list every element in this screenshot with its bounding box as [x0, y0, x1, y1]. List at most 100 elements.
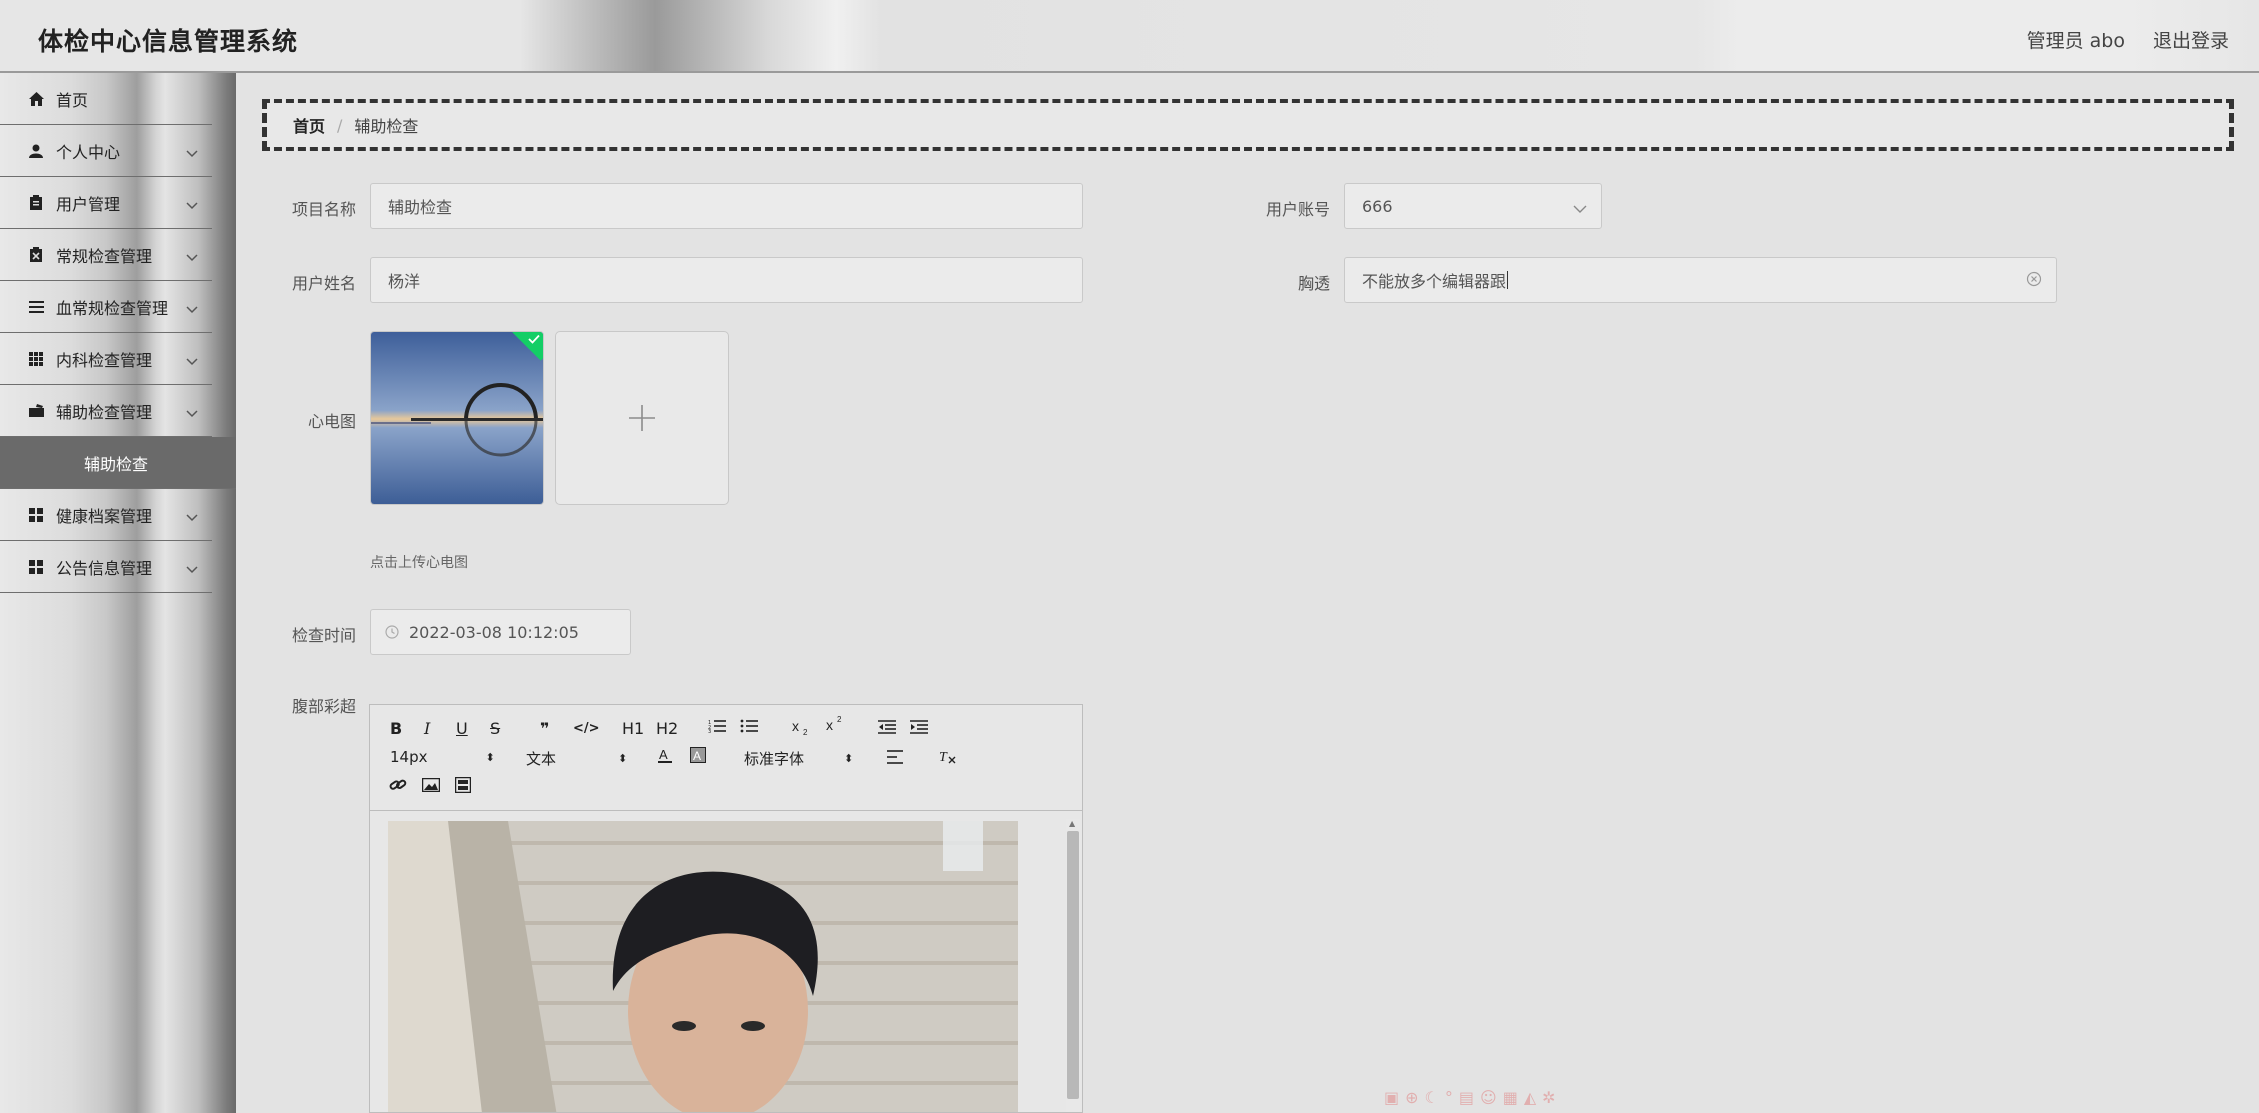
sidebar-item-label: 个人中心	[56, 142, 121, 162]
ime-grid-icon: ▦	[1502, 1088, 1518, 1107]
chevron-down-icon	[1573, 199, 1587, 218]
grid-icon	[28, 351, 44, 367]
scrollbar-thumb[interactable]	[1067, 831, 1079, 1099]
sidebar-item-personal-center[interactable]: 个人中心	[0, 125, 212, 177]
sidebar-item-home[interactable]: 首页	[0, 73, 212, 125]
scroll-up-icon[interactable]: ▲	[1069, 819, 1075, 828]
paragraph-type-value: 文本	[526, 750, 557, 768]
breadcrumb-current: 辅助检查	[354, 117, 419, 136]
bold-button[interactable]: B	[390, 719, 402, 738]
sidebar-item-user-management[interactable]: 用户管理	[0, 177, 212, 229]
strikethrough-button[interactable]: S	[490, 719, 500, 738]
underline-button[interactable]: U	[456, 719, 468, 738]
font-size-select[interactable]: 14px ⬍	[390, 748, 495, 766]
clock-icon	[385, 625, 399, 639]
sidebar-item-blood-routine[interactable]: 血常规检查管理	[0, 281, 212, 333]
sidebar-subitem-auxiliary-check[interactable]: 辅助检查	[0, 437, 236, 489]
ime-shirt-icon: ◭	[1523, 1088, 1537, 1107]
heading1-button[interactable]: H1	[622, 719, 644, 738]
font-size-value: 14px	[390, 748, 428, 766]
check-time-picker[interactable]: 2022-03-08 10:12:05	[370, 609, 631, 655]
ordered-list-icon[interactable]: 123	[708, 719, 726, 733]
clipboard-icon	[28, 195, 44, 211]
ime-settings-icon: ✲	[1542, 1088, 1556, 1107]
sidebar-item-label: 辅助检查管理	[56, 402, 153, 422]
rich-text-editor: B I U S ❞ </> H1 H2 123 x2 x2 14px ⬍ 文本 …	[369, 704, 1083, 1113]
chevron-down-icon	[186, 247, 198, 266]
header-actions: 管理员 abo 退出登录	[2027, 26, 2229, 53]
link-icon[interactable]	[389, 777, 407, 793]
italic-button[interactable]: I	[424, 719, 430, 738]
sidebar-item-routine-check[interactable]: 常规检查管理	[0, 229, 212, 281]
check-time-label: 检查时间	[291, 626, 356, 645]
sidebar-item-internal-medicine[interactable]: 内科检查管理	[0, 333, 212, 385]
user-name-input[interactable]: 杨洋	[370, 257, 1083, 303]
image-icon[interactable]	[422, 778, 440, 792]
ecg-uploaded-image[interactable]	[370, 331, 544, 505]
background-color-icon[interactable]: A	[690, 747, 706, 763]
breadcrumb-separator: /	[337, 115, 343, 135]
paragraph-type-select[interactable]: 文本 ⬍	[526, 748, 627, 769]
text-cursor	[1507, 271, 1509, 289]
sidebar-item-auxiliary-check[interactable]: 辅助检查管理	[0, 385, 212, 437]
outdent-icon[interactable]	[878, 720, 896, 734]
ime-punct-icon: °	[1444, 1088, 1453, 1107]
project-name-value: 辅助检查	[388, 198, 453, 217]
ime-user-icon: ☺	[1480, 1088, 1497, 1107]
sidebar-item-label: 用户管理	[56, 194, 121, 214]
select-updown-icon: ⬍	[618, 752, 628, 765]
chevron-down-icon	[186, 507, 198, 526]
bullet-list-icon[interactable]	[740, 719, 758, 733]
logout-link[interactable]: 退出登录	[2153, 26, 2229, 53]
chest-input[interactable]: 不能放多个编辑器跟	[1344, 257, 2057, 303]
chevron-down-icon	[186, 143, 198, 162]
admin-user-label[interactable]: 管理员 abo	[2027, 26, 2125, 53]
font-family-select[interactable]: 标准字体 ⬍	[744, 748, 853, 769]
subscript-icon[interactable]: x2	[792, 719, 812, 735]
select-updown-icon: ⬍	[485, 750, 495, 764]
user-account-select[interactable]: 666	[1344, 183, 1602, 229]
clear-icon[interactable]	[2026, 271, 2042, 291]
ime-keyboard-icon: ▤	[1458, 1088, 1474, 1107]
clipboard-x-icon	[28, 247, 44, 263]
font-color-icon[interactable]: A	[657, 747, 673, 765]
select-updown-icon: ⬍	[844, 752, 854, 765]
superscript-icon[interactable]: x2	[826, 715, 846, 731]
sidebar-item-label: 首页	[56, 90, 89, 110]
chevron-down-icon	[186, 403, 198, 422]
heading2-button[interactable]: H2	[656, 719, 678, 738]
ime-lang-icon: ⊕	[1405, 1088, 1419, 1107]
video-icon[interactable]	[455, 777, 471, 793]
font-family-value: 标准字体	[744, 750, 805, 768]
sidebar: 首页 个人中心 用户管理 常规检查管理 血常规检查管理 内科检查管理 辅助检查管…	[0, 73, 236, 1113]
chevron-down-icon	[186, 195, 198, 214]
sidebar-item-label: 健康档案管理	[56, 506, 153, 526]
user-name-label: 用户姓名	[291, 274, 356, 293]
ime-toolbar[interactable]: ▣ ⊕ ☾ ° ▤ ☺ ▦ ◭ ✲	[1384, 1088, 1556, 1107]
editor-scrollbar[interactable]: ▲	[1066, 819, 1080, 1112]
project-name-input[interactable]: 辅助检查	[370, 183, 1083, 229]
folder-icon	[28, 403, 44, 419]
code-block-button[interactable]: </>	[573, 721, 600, 736]
indent-icon[interactable]	[910, 720, 928, 734]
chevron-down-icon	[186, 559, 198, 578]
list-icon	[28, 299, 44, 315]
apps-icon	[28, 559, 44, 575]
plus-icon	[629, 405, 655, 431]
app-title: 体检中心信息管理系统	[38, 27, 299, 56]
chevron-down-icon	[186, 351, 198, 370]
blockquote-button[interactable]: ❞	[540, 719, 549, 738]
breadcrumb-home[interactable]: 首页	[293, 113, 325, 137]
bridge-photo	[371, 332, 543, 504]
svg-text:T: T	[939, 750, 948, 764]
upload-add-button[interactable]	[555, 331, 729, 505]
align-left-icon[interactable]	[887, 750, 903, 764]
sidebar-item-health-records[interactable]: 健康档案管理	[0, 489, 212, 541]
sidebar-item-label: 血常规检查管理	[56, 298, 169, 318]
abdomen-label: 腹部彩超	[291, 697, 356, 716]
editor-content[interactable]: ▲	[370, 811, 1082, 1112]
svg-text:2: 2	[803, 728, 808, 735]
sidebar-item-announcements[interactable]: 公告信息管理	[0, 541, 212, 593]
sidebar-item-label: 公告信息管理	[56, 558, 153, 578]
clear-format-icon[interactable]: T	[938, 748, 956, 764]
